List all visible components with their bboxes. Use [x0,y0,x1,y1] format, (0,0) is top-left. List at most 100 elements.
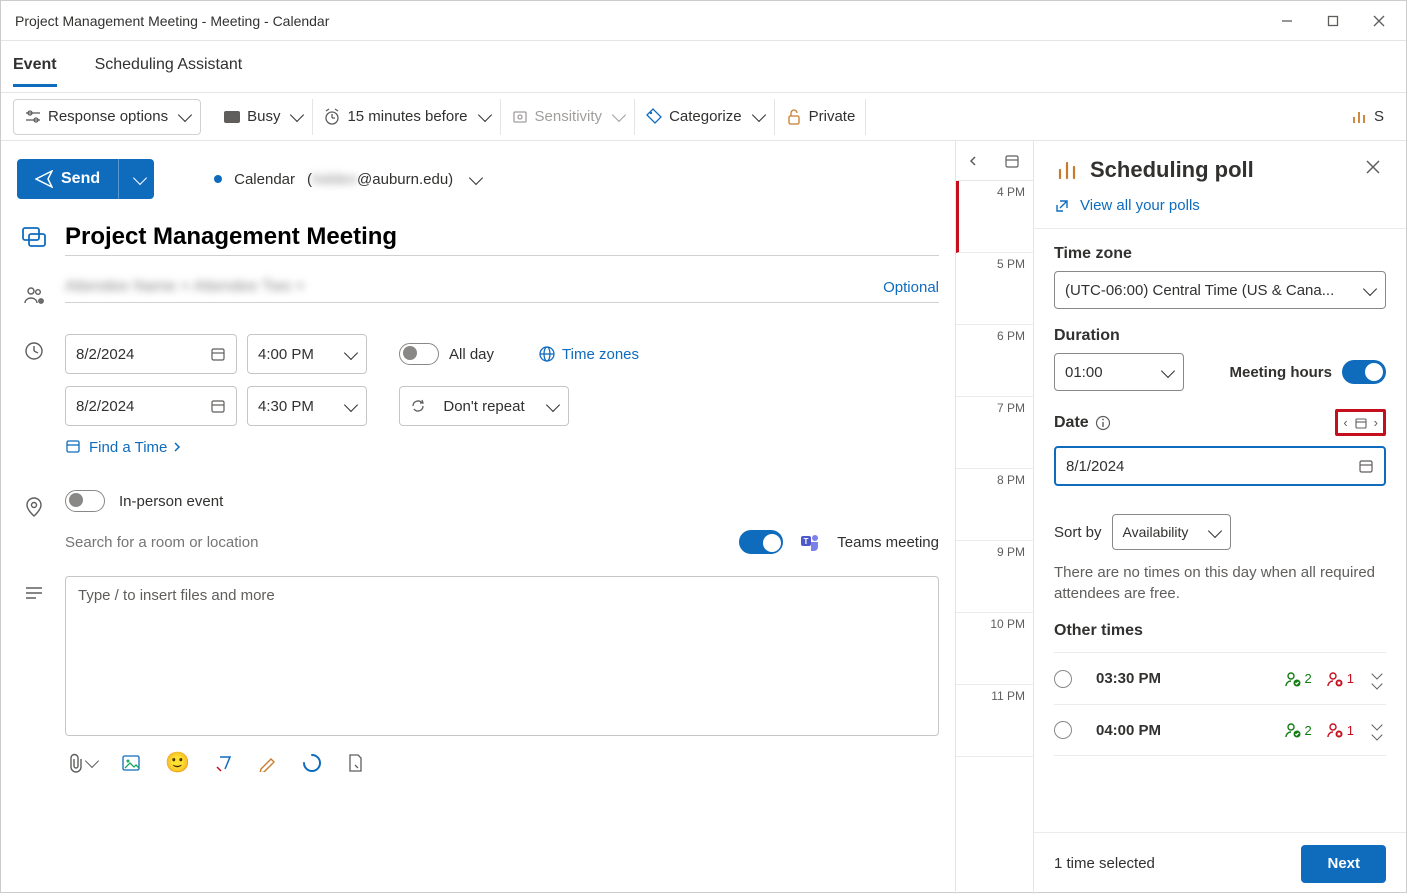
start-date-input[interactable]: 8/2/2024 [65,334,237,374]
hour-4pm[interactable]: 4 PM [956,181,1033,253]
pen-button[interactable] [258,754,278,772]
repeat-select[interactable]: Don't repeat [399,386,569,426]
scheduling-poll-panel: Scheduling poll View all your polls Time… [1033,141,1406,894]
ribbon-toolbar: Response options Busy 15 minutes before … [1,93,1406,141]
panel-title: Scheduling poll [1090,157,1356,183]
chat-icon [17,221,51,255]
next-date-button[interactable]: › [1371,415,1381,430]
chevron-down-icon [477,108,491,122]
calendar-search-icon [65,438,83,456]
date-label: Date [1054,414,1089,432]
template-button[interactable] [346,753,364,773]
emoji-button[interactable]: 🙂 [165,750,190,775]
inperson-label: In-person event [119,493,223,510]
scheduling-poll-ribbon-button[interactable]: S [1340,99,1394,135]
person-check-icon [1284,722,1302,738]
hour-8pm[interactable]: 8 PM [956,469,1033,541]
minimize-button[interactable] [1264,5,1310,37]
person-check-icon [1284,671,1302,687]
availability-hint: There are no times on this day when all … [1054,562,1386,604]
image-button[interactable] [121,754,141,772]
end-date-input[interactable]: 8/2/2024 [65,386,237,426]
close-button[interactable] [1356,5,1402,37]
close-panel-button[interactable] [1366,160,1386,180]
prev-date-button[interactable]: ‹ [1340,415,1350,430]
private-button[interactable]: Private [775,99,867,135]
maximize-button[interactable] [1310,5,1356,37]
optional-link[interactable]: Optional [883,279,939,296]
send-split-button[interactable]: Send [17,159,154,199]
format-clear-button[interactable] [214,754,234,772]
poll-date-input[interactable]: 8/1/2024 [1054,446,1386,486]
sortby-select[interactable]: Availability [1112,514,1232,550]
hour-10pm[interactable]: 10 PM [956,613,1033,685]
calendar-icon [1358,458,1374,474]
expand-icon[interactable] [1368,721,1386,739]
categorize-button[interactable]: Categorize [635,99,775,135]
busy-icon [223,108,241,126]
chevron-down-icon [1363,281,1377,295]
duration-select[interactable]: 01:00 [1054,353,1184,391]
duration-label: Duration [1054,327,1386,345]
loop-button[interactable] [302,753,322,773]
info-icon[interactable] [1095,415,1111,431]
main-tabs: Event Scheduling Assistant [1,41,1406,93]
chevron-right-icon [173,441,181,453]
send-dropdown[interactable] [118,159,154,199]
description-icon [17,576,51,610]
response-options-button[interactable]: Response options [13,99,201,135]
tab-scheduling-assistant[interactable]: Scheduling Assistant [95,46,243,87]
event-title-input[interactable] [65,219,939,256]
hour-7pm[interactable]: 7 PM [956,397,1033,469]
alarm-icon [323,108,341,126]
chevron-down-icon [344,397,358,411]
meeting-hours-toggle[interactable] [1342,360,1386,384]
attach-button[interactable] [67,753,97,773]
view-all-polls-link[interactable]: View all your polls [1054,197,1386,214]
chevron-down-icon [546,397,560,411]
inperson-toggle[interactable] [65,490,105,512]
person-x-icon [1326,671,1344,687]
chevron-down-icon [178,108,192,122]
chevron-down-icon [133,170,147,184]
timezone-select[interactable]: (UTC-06:00) Central Time (US & Cana... [1054,271,1386,309]
timezones-link[interactable]: Time zones [538,345,639,363]
calendar-picker-icon[interactable] [1004,153,1020,169]
time-option-0400[interactable]: 04:00 PM 2 1 [1054,704,1386,756]
busy-status-button[interactable]: Busy [213,99,313,135]
prev-day-button[interactable] [969,155,977,167]
people-icon [17,278,51,312]
open-icon [1054,198,1070,214]
teams-toggle[interactable] [739,530,783,554]
selected-count: 1 time selected [1054,855,1155,872]
next-button[interactable]: Next [1301,845,1386,883]
hour-9pm[interactable]: 9 PM [956,541,1033,613]
send-button[interactable]: Send [17,170,118,188]
chevron-down-icon [1161,363,1175,377]
hour-11pm[interactable]: 11 PM [956,685,1033,757]
today-button[interactable] [1351,416,1371,430]
calendar-selector[interactable]: Calendar (hidden@auburn.edu) [214,171,481,188]
hour-6pm[interactable]: 6 PM [956,325,1033,397]
attendees-field[interactable]: Attendee Name × Attendee Two × [65,278,883,296]
find-time-link[interactable]: Find a Time [65,438,181,456]
expand-icon[interactable] [1368,670,1386,688]
time-option-0330[interactable]: 03:30 PM 2 1 [1054,652,1386,704]
room-search-input[interactable] [65,534,723,551]
end-time-input[interactable]: 4:30 PM [247,386,367,426]
teams-label: Teams meeting [837,534,939,551]
radio-0400[interactable] [1054,721,1072,739]
sensitivity-button[interactable]: Sensitivity [501,99,636,135]
chevron-down-icon [290,108,304,122]
poll-icon [1054,157,1080,183]
tab-event[interactable]: Event [13,46,57,87]
allday-toggle[interactable] [399,343,439,365]
radio-0330[interactable] [1054,670,1072,688]
repeat-icon [410,398,426,414]
body-editor[interactable]: Type / to insert files and more [65,576,939,736]
sensitivity-icon [511,108,529,126]
reminder-button[interactable]: 15 minutes before [313,99,500,135]
meeting-hours-label: Meeting hours [1229,364,1332,381]
start-time-input[interactable]: 4:00 PM [247,334,367,374]
hour-5pm[interactable]: 5 PM [956,253,1033,325]
